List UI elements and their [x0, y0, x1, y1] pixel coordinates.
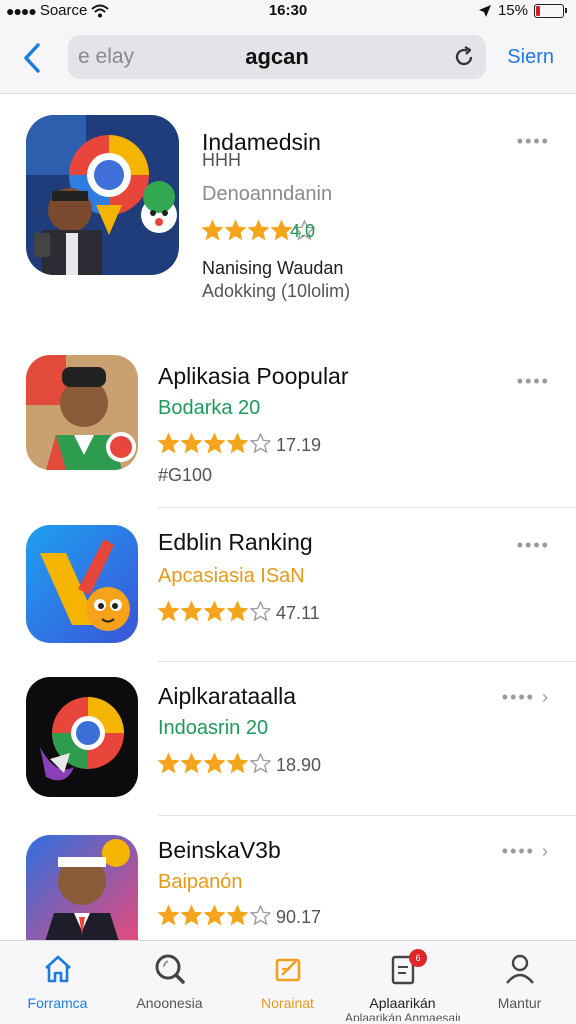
- app-subtitle: Denoanndanin: [202, 183, 333, 205]
- more-options-button[interactable]: ••••: [517, 535, 550, 556]
- star-filled-icon: [225, 220, 246, 241]
- star-filled-icon: [227, 753, 248, 774]
- more-options-button[interactable]: •••• ›: [502, 841, 550, 862]
- notification-badge: 6: [409, 949, 427, 967]
- app-title: BeinskaV3b: [158, 837, 281, 863]
- app-icon: [26, 835, 138, 945]
- rating-value: 17.19: [276, 435, 322, 455]
- battery-percent: 15%: [497, 2, 528, 19]
- edit-icon: [275, 958, 300, 982]
- search-icon: [155, 954, 185, 984]
- row-divider: [158, 507, 576, 508]
- star-filled-icon: [181, 433, 202, 454]
- tab-home[interactable]: Forramca: [0, 951, 115, 1011]
- app-meta: Nanising Waudan: [202, 258, 344, 278]
- tab-label: Aplaarikán: [369, 995, 436, 1011]
- tab-bar: Forramca Anoonesia Norainat 6 Aplaarikán…: [0, 940, 576, 1024]
- star-filled-icon: [227, 601, 248, 622]
- star-filled-icon: [181, 905, 202, 926]
- rating-stars: [158, 905, 271, 926]
- rating-value: 18.90: [276, 755, 322, 775]
- app-row[interactable]: BeinskaV3b Baipanón 90.17 •••• ›: [0, 817, 576, 945]
- home-icon: [44, 955, 71, 983]
- status-bar: ●●●● Soarce 16:30 15%: [0, 0, 576, 22]
- rating-value: 47.11: [276, 603, 320, 623]
- account-icon: [505, 954, 534, 984]
- star-filled-icon: [158, 753, 179, 774]
- app-title: Aiplkarataalla: [158, 683, 297, 709]
- app-icon: [26, 115, 179, 275]
- row-divider: [158, 815, 576, 816]
- nav-action-button[interactable]: Siern: [507, 46, 554, 69]
- app-meta: #G100: [158, 465, 213, 485]
- search-placeholder: e elay: [78, 45, 135, 68]
- star-filled-icon: [248, 220, 269, 241]
- star-filled-icon: [204, 905, 225, 926]
- tab-label-secondary: Aplaarikán Anmaesaina: [345, 1011, 460, 1021]
- battery-icon: [534, 3, 567, 18]
- tab-apps[interactable]: 6 Aplaarikán Aplaarikán Anmaesaina: [345, 949, 460, 1021]
- star-filled-icon: [204, 753, 225, 774]
- app-subtitle: Bodarka 20: [158, 397, 261, 419]
- star-filled-icon: [158, 905, 179, 926]
- chevron-left-icon[interactable]: [18, 40, 48, 76]
- star-filled-icon: [158, 601, 179, 622]
- rating-value: 4.0: [290, 221, 316, 241]
- star-filled-icon: [181, 601, 202, 622]
- tab-edit[interactable]: Norainat: [230, 951, 345, 1011]
- tab-label: Anoonesia: [136, 995, 203, 1011]
- app-icon: [26, 355, 138, 470]
- star-filled-icon: [202, 220, 223, 241]
- search-field[interactable]: e elay agcan: [68, 35, 486, 79]
- app-subtitle: Baipanón: [158, 871, 243, 893]
- star-filled-icon: [271, 220, 292, 241]
- star-empty-icon: [250, 601, 271, 622]
- app-title: Aplikasia Poopular: [158, 363, 349, 389]
- more-options-button[interactable]: •••• ›: [502, 687, 550, 708]
- tab-account[interactable]: Mantur: [462, 951, 576, 1011]
- star-filled-icon: [158, 433, 179, 454]
- app-subtitle: Indoasrin 20: [158, 717, 269, 739]
- star-filled-icon: [227, 905, 248, 926]
- rating-stars: [158, 433, 271, 454]
- rating-stars: [158, 753, 271, 774]
- star-filled-icon: [204, 601, 225, 622]
- rating-value: 90.17: [276, 907, 322, 927]
- app-icon: [26, 525, 138, 643]
- app-row[interactable]: Aplikasia Poopular Bodarka 20 17.19 #G10…: [0, 345, 576, 509]
- rating-stars: [158, 601, 271, 622]
- app-subtitle: Apcasiasia ISaN: [158, 565, 305, 587]
- star-filled-icon: [204, 433, 225, 454]
- tab-label: Norainat: [261, 995, 314, 1011]
- app-title-line2: HHH: [202, 150, 241, 170]
- star-filled-icon: [181, 753, 202, 774]
- location-icon: [478, 4, 491, 17]
- app-meta: Adokking (10lolim): [202, 281, 351, 301]
- star-empty-icon: [250, 433, 271, 454]
- more-options-button[interactable]: ••••: [517, 371, 550, 392]
- reload-icon[interactable]: [452, 45, 476, 69]
- tab-search[interactable]: Anoonesia: [112, 951, 227, 1011]
- app-row[interactable]: Indamedsin HHH Denoanndanin 4.0 Nanising…: [0, 95, 576, 345]
- star-empty-icon: [250, 753, 271, 774]
- app-icon: [26, 677, 138, 797]
- more-options-button[interactable]: ••••: [517, 131, 550, 152]
- app-row[interactable]: Edblin Ranking Apcasiasia ISaN 47.11 •••…: [0, 509, 576, 663]
- navigation-bar: e elay agcan Siern: [0, 22, 576, 94]
- tab-label: Forramca: [27, 995, 88, 1011]
- app-row[interactable]: Aiplkarataalla Indoasrin 20 18.90 •••• ›: [0, 663, 576, 817]
- tab-label: Mantur: [497, 995, 542, 1011]
- row-divider: [158, 661, 576, 662]
- star-empty-icon: [250, 905, 271, 926]
- star-filled-icon: [227, 433, 248, 454]
- app-title: Edblin Ranking: [158, 529, 313, 555]
